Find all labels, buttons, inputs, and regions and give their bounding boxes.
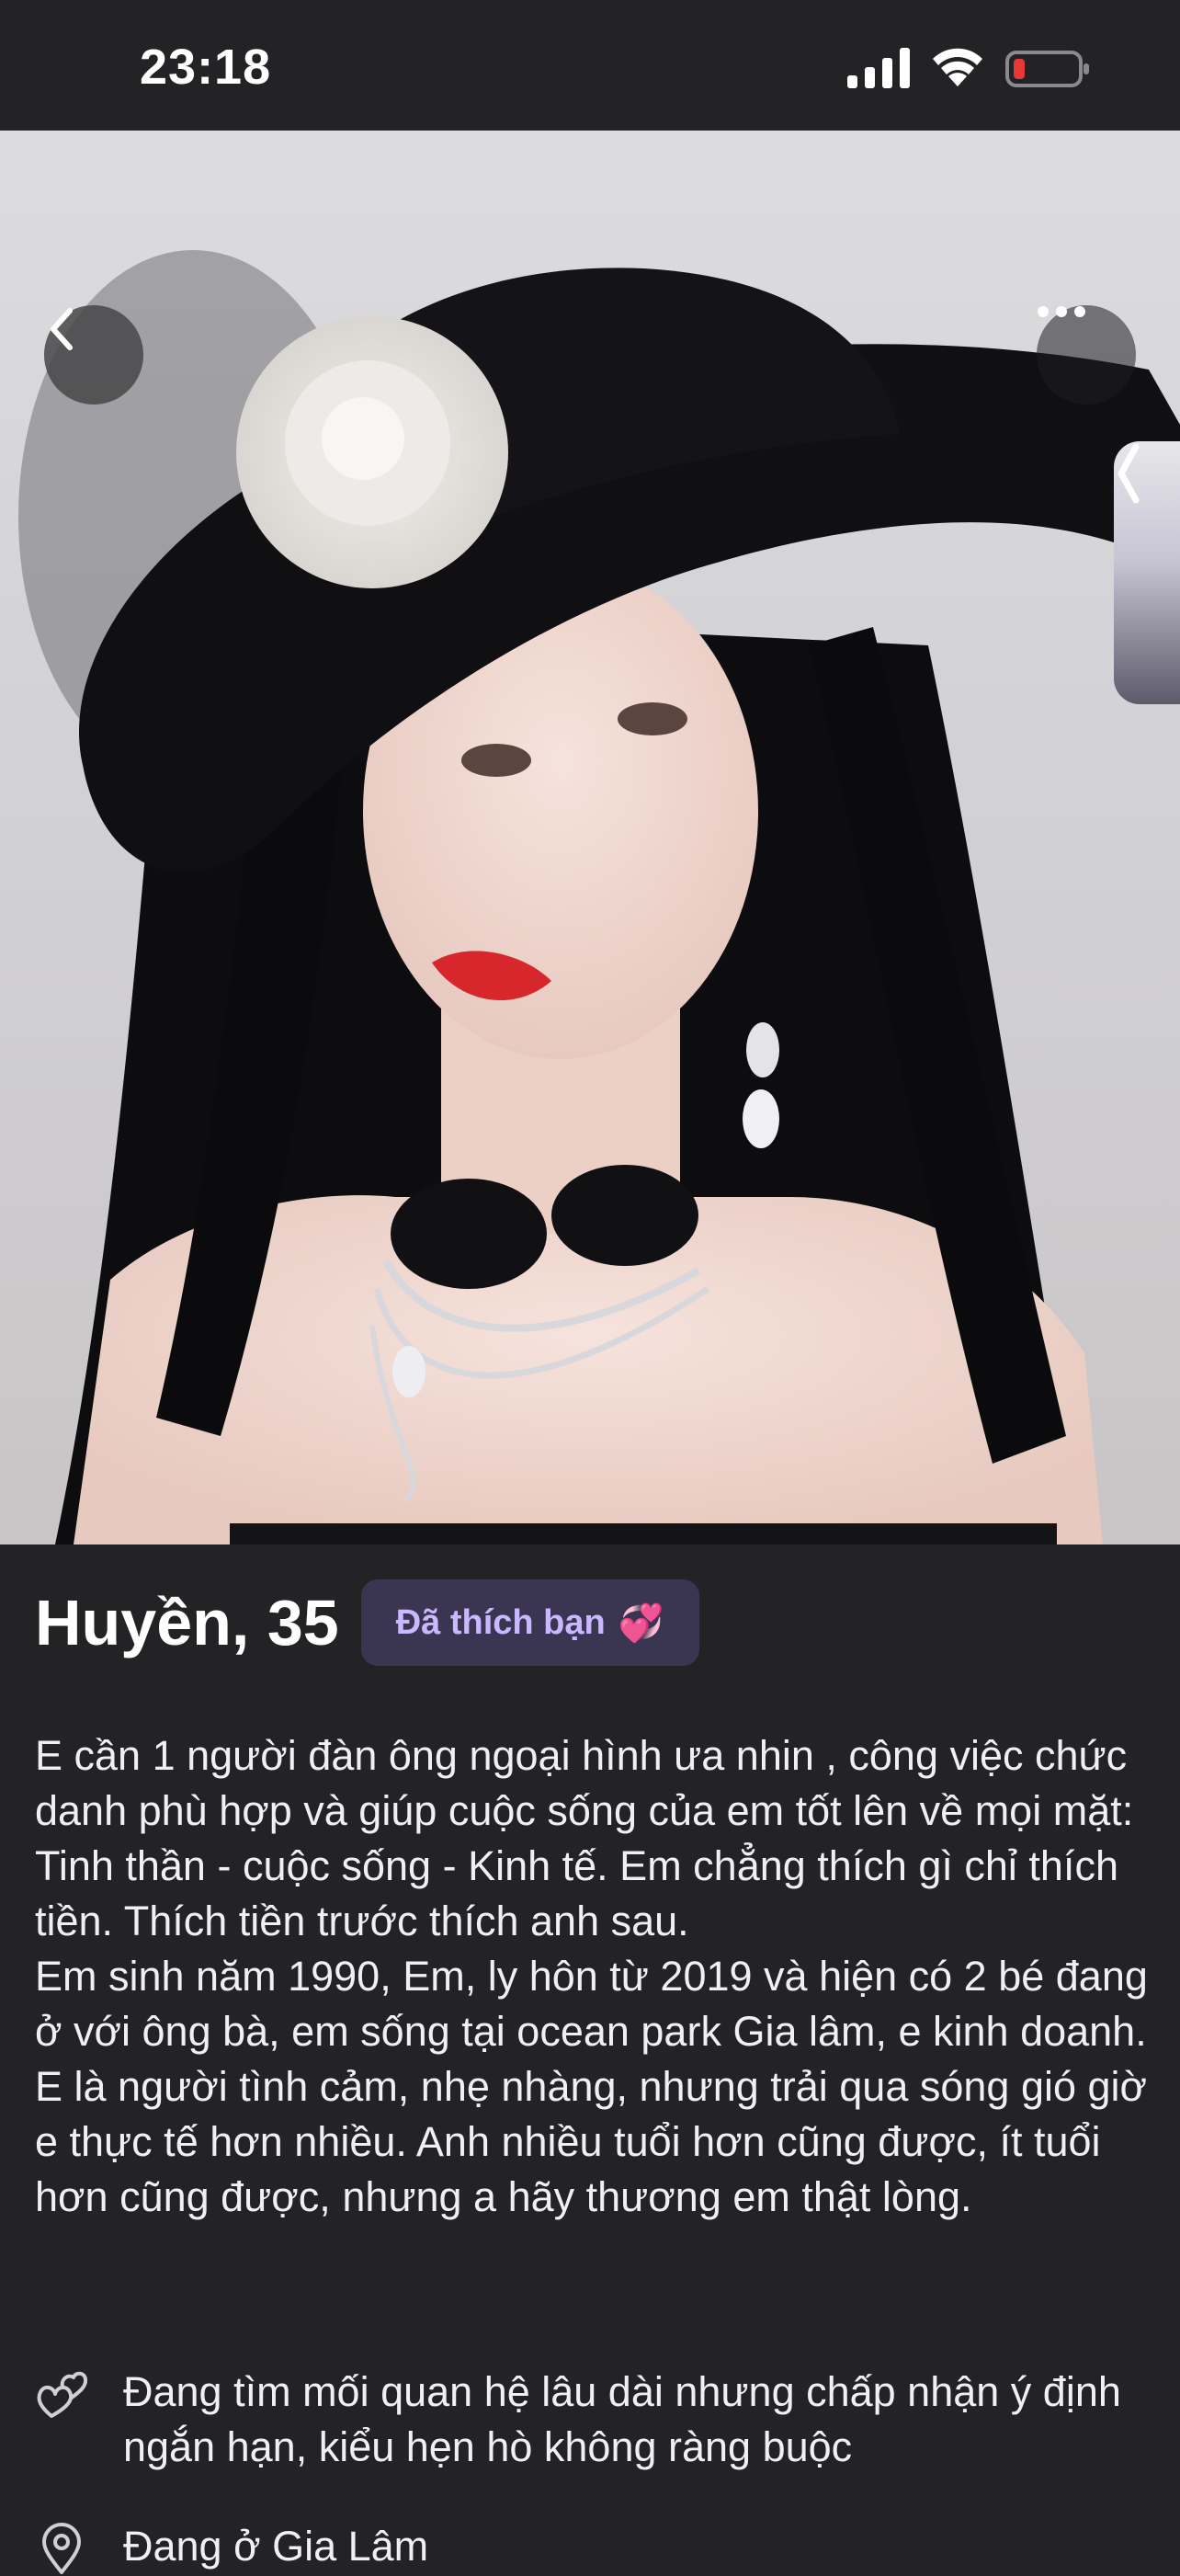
chevron-left-icon [1118,443,1140,504]
wifi-icon [933,48,982,86]
profile-details: Huyền, 35 Đã thích bạn 💞 E cần 1 người đ… [0,1544,1180,2574]
signal-icon [847,48,910,88]
hearts-outline-icon [37,2371,88,2418]
hearts-emoji: 💞 [618,1602,664,1644]
liked-you-label: Đã thích bạn [395,1602,606,1642]
liked-you-badge: Đã thích bạn 💞 [360,1579,699,1666]
status-time: 23:18 [140,40,272,95]
profile-photo-image [18,250,1180,1544]
side-panel-handle[interactable] [1114,441,1180,704]
ellipsis-icon [1038,306,1085,317]
profile-bio: E cần 1 người đàn ông ngoại hình ưa nhin… [35,1732,1148,2220]
profile-photo[interactable] [0,131,1180,1544]
location-row: Đang ở Gia Lâm [35,2519,1162,2576]
location-pin-icon [42,2523,81,2574]
profile-name-age: Huyền, 35 [35,1587,339,1658]
more-options-button[interactable] [1037,305,1136,405]
back-button[interactable] [44,305,143,405]
status-bar: 23:18 [0,0,1180,131]
relationship-goal-text: Đang tìm mối quan hệ lâu dài nhưng chấp … [123,2368,1121,2470]
battery-low-icon [1005,51,1089,87]
location-text: Đang ở Gia Lâm [123,2523,429,2570]
relationship-goal-row: Đang tìm mối quan hệ lâu dài nhưng chấp … [35,2365,1162,2475]
name-row: Huyền, 35 Đã thích bạn 💞 [35,1579,699,1666]
chevron-left-icon [51,308,73,350]
